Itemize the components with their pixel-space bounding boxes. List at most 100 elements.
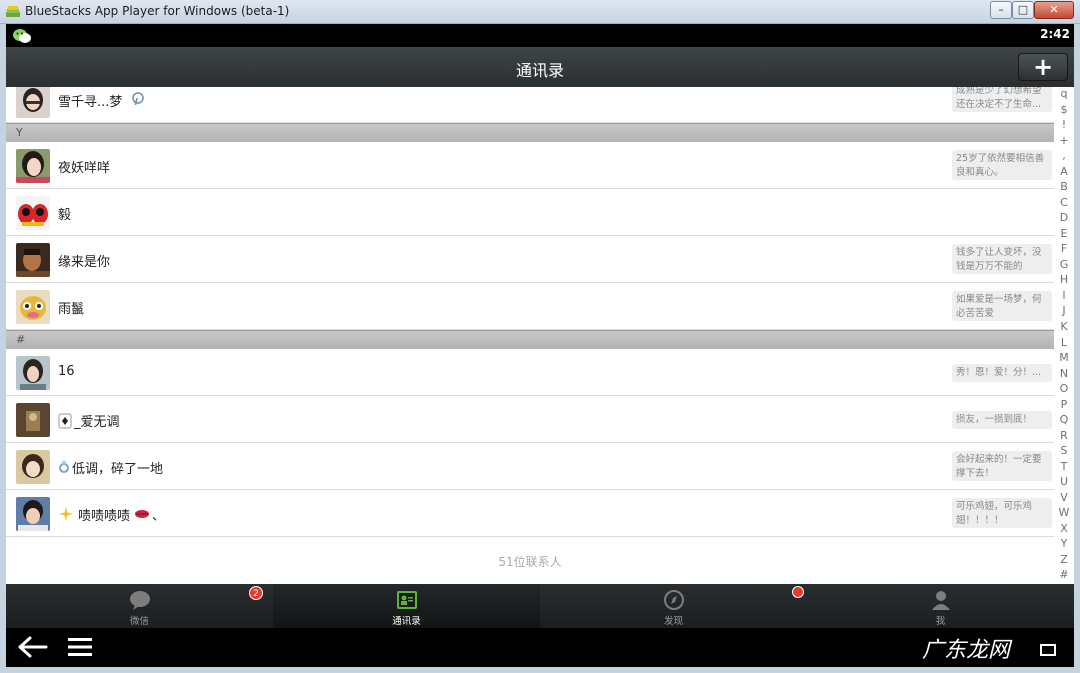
contact-name: 啧啧啧啧 (78, 509, 131, 524)
index-letter[interactable]: M (1054, 352, 1074, 364)
index-letter[interactable]: q (1054, 88, 1074, 100)
compass-icon (663, 590, 684, 610)
avatar (16, 356, 50, 390)
index-letter[interactable]: L (1054, 336, 1074, 349)
menu-icon[interactable] (66, 636, 94, 658)
contact-row[interactable]: 雨鬣 如果爱是一场梦，何必苦苦爱 (6, 283, 1054, 330)
index-letter[interactable]: N (1054, 367, 1074, 380)
contact-name: 毅 (58, 208, 72, 223)
add-contact-button[interactable]: + (1018, 53, 1068, 81)
close-icon: ✕ (1049, 3, 1059, 16)
contact-row[interactable]: 低调，碎了一地 会好起来的！一定要撑下去！ (6, 443, 1054, 490)
index-letter[interactable]: Z (1054, 553, 1074, 566)
contact-name: 夜妖咩咩 (58, 161, 111, 176)
index-letter[interactable]: H (1054, 274, 1074, 286)
index-letter[interactable]: $ (1054, 103, 1074, 116)
window-frame-bottom (0, 667, 1080, 673)
plus-icon: + (1032, 53, 1054, 81)
contact-count: 51位联系人 (498, 555, 562, 569)
contact-signature: 25岁了依然要相信善良和真心。 (952, 150, 1052, 180)
contact-row[interactable]: 啧啧啧啧 、 可乐鸡翅，可乐鸡翅！！！！ (6, 490, 1054, 537)
notification-dot (792, 586, 804, 598)
back-arrow-icon[interactable] (16, 634, 48, 660)
contact-list[interactable]: 雪千寻...梦 成熟是少了幻想希望还在决定不了生命... Y 夜妖咩咩 25岁了… (6, 87, 1054, 584)
contact-signature: 钱多了让人变坏，没钱是万万不能的 (952, 244, 1052, 274)
avatar (16, 149, 50, 183)
index-letter[interactable]: C (1054, 196, 1074, 209)
section-letter: Y (16, 126, 23, 139)
alphabet-index-bar[interactable]: q $! +, A B C D E F G H I J K L M N O P Q R S T U V W X Y Z # (1054, 87, 1074, 584)
contact-row[interactable]: 雪千寻...梦 成熟是少了幻想希望还在决定不了生命... (6, 87, 1054, 123)
tab-contacts[interactable]: 通讯录 (273, 584, 540, 628)
tab-label: 通讯录 (392, 616, 421, 627)
window-frame-right (1074, 24, 1080, 667)
index-letter[interactable]: T (1054, 460, 1074, 473)
wechat-icon (13, 29, 31, 43)
index-letter[interactable]: U (1054, 476, 1074, 488)
index-letter[interactable]: F (1054, 243, 1074, 255)
tab-discover[interactable]: 发现 (540, 584, 807, 628)
unread-badge: 2 (249, 586, 263, 600)
app-header: 通讯录 + (6, 47, 1074, 87)
tab-me[interactable]: 我 (807, 584, 1074, 628)
contact-row[interactable]: 缘来是你 钱多了让人变坏，没钱是万万不能的 (6, 236, 1054, 283)
index-letter[interactable]: + (1054, 134, 1074, 147)
contact-signature: 如果爱是一场梦，何必苦苦爱 (952, 291, 1052, 321)
index-letter[interactable]: W (1054, 507, 1074, 519)
status-clock: 2:42 (1040, 27, 1070, 41)
contact-name: 雪千寻...梦 (58, 95, 123, 110)
watermark-box (1040, 644, 1056, 656)
index-letter[interactable]: O (1054, 383, 1074, 395)
minimize-button[interactable]: – (990, 1, 1012, 19)
contact-signature: 成熟是少了幻想希望还在决定不了生命... (952, 87, 1052, 112)
maximize-button[interactable]: □ (1012, 1, 1034, 19)
contact-name: _爱无调 (74, 415, 120, 430)
contact-row[interactable]: _爱无调 损友，一损到底！ (6, 396, 1054, 443)
index-letter[interactable]: V (1054, 491, 1074, 504)
section-letter: # (16, 333, 26, 346)
index-letter[interactable]: I (1054, 289, 1074, 302)
avatar (16, 243, 50, 277)
index-letter[interactable]: X (1054, 522, 1074, 535)
index-letter[interactable]: K (1054, 320, 1074, 333)
contact-name: 雨鬣 (58, 302, 85, 317)
index-letter[interactable]: Y (1054, 538, 1074, 550)
lips-emoji-icon (135, 510, 149, 518)
android-status-bar: 2:42 (6, 24, 1074, 47)
index-letter[interactable]: G (1054, 258, 1074, 271)
bottom-tab-bar: 微信 2 通讯录 发现 我 (6, 584, 1074, 628)
contact-name: 低调，碎了一地 (72, 462, 164, 477)
android-nav-bar: 广东龙网 (6, 628, 1074, 667)
index-letter[interactable]: A (1054, 165, 1074, 178)
index-letter[interactable]: E (1054, 227, 1074, 240)
avatar (16, 450, 50, 484)
contact-row[interactable]: 毅 (6, 189, 1054, 236)
index-letter[interactable]: Q (1054, 414, 1074, 426)
contact-signature: 可乐鸡翅，可乐鸡翅！！！！ (952, 498, 1052, 528)
index-letter[interactable]: D (1054, 212, 1074, 224)
chat-bubble-icon (129, 591, 150, 610)
section-header-y: Y (6, 123, 1054, 142)
tab-wechat[interactable]: 微信 2 (6, 584, 273, 628)
sparkle-emoji-icon (59, 507, 73, 521)
index-letter[interactable]: # (1054, 569, 1074, 581)
avatar (16, 403, 50, 437)
index-letter[interactable]: P (1054, 398, 1074, 411)
index-letter[interactable]: R (1054, 429, 1074, 442)
contact-row[interactable]: 夜妖咩咩 25岁了依然要相信善良和真心。 (6, 142, 1054, 189)
index-letter[interactable]: B (1054, 181, 1074, 193)
window-title: BlueStacks App Player for Windows (beta-… (25, 4, 290, 18)
contact-name-suffix: 、 (152, 509, 166, 524)
tab-label: 微信 (129, 616, 149, 627)
contact-name: 缘来是你 (58, 255, 111, 270)
avatar (16, 196, 50, 230)
index-letter[interactable]: J (1054, 305, 1074, 317)
ring-emoji-icon (59, 460, 69, 473)
contact-row[interactable]: 16 秀！恩！爱！分！... (6, 349, 1054, 396)
close-button[interactable]: ✕ (1034, 1, 1074, 19)
avatar (16, 290, 50, 324)
index-letter[interactable]: , (1054, 150, 1074, 162)
index-letter[interactable]: S (1054, 445, 1074, 457)
tab-label: 发现 (663, 616, 683, 627)
index-letter[interactable]: ! (1054, 119, 1074, 131)
